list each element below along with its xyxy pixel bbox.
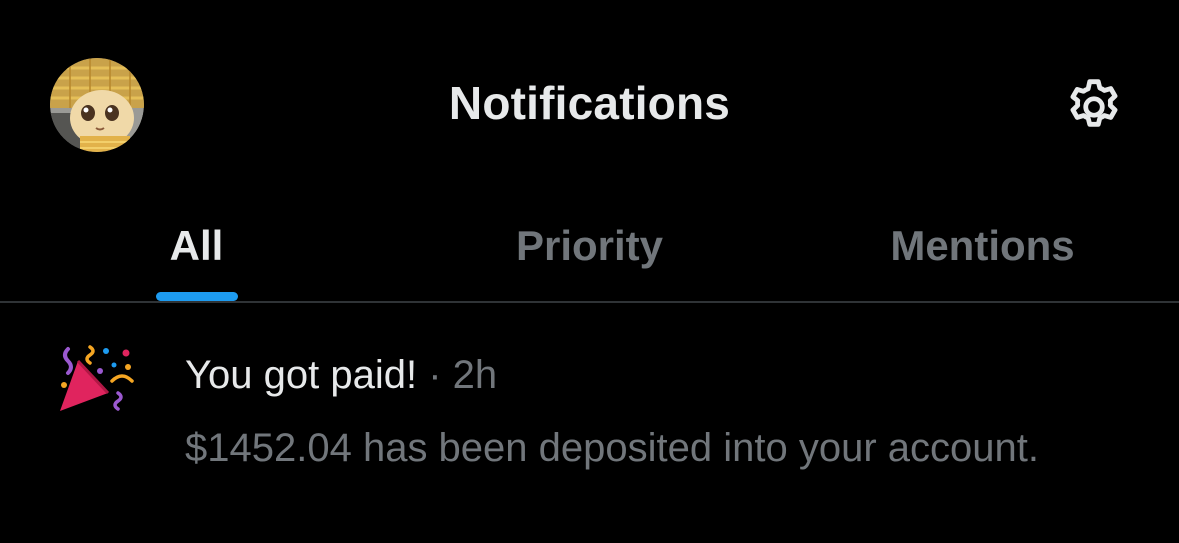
separator-dot: ·: [428, 353, 442, 397]
tab-label: Priority: [515, 221, 664, 269]
active-tab-indicator: [155, 292, 238, 301]
tab-mentions[interactable]: Mentions: [786, 190, 1179, 301]
top-bar: Notifications: [0, 0, 1179, 190]
settings-button[interactable]: [1058, 71, 1130, 143]
notification-body: $1452.04 has been deposited into your ac…: [185, 426, 1039, 470]
page-title: Notifications: [448, 77, 731, 129]
notification-item[interactable]: You got paid! · 2h $1452.04 has been dep…: [0, 303, 1179, 543]
tab-priority[interactable]: Priority: [393, 190, 786, 301]
notification-title: You got paid!: [185, 353, 418, 397]
notification-time: 2h: [452, 353, 498, 397]
notification-header: You got paid! · 2h: [185, 351, 497, 399]
gear-icon: [1070, 79, 1118, 127]
notification-tabs: All Priority Mentions: [0, 190, 1179, 303]
party-popper-icon: [56, 341, 138, 413]
tab-all[interactable]: All: [0, 190, 393, 301]
tab-label: All: [169, 221, 224, 269]
tab-label: Mentions: [890, 221, 1075, 269]
